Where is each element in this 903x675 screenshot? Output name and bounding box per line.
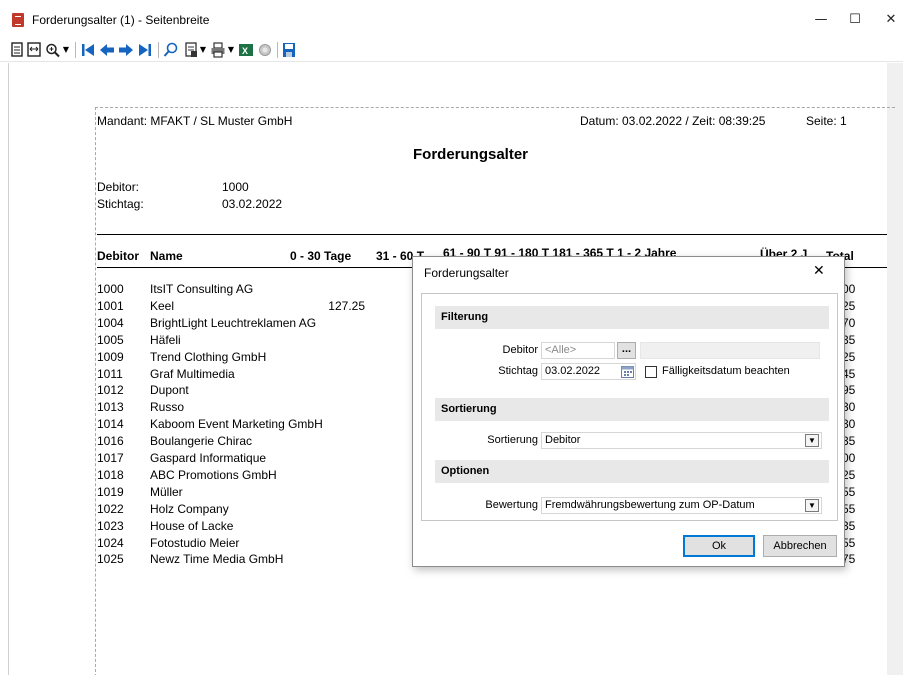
debitor-label: Debitor <box>502 344 538 356</box>
name-cell: Trend Clothing GmbH <box>150 349 267 364</box>
name-cell: Häfeli <box>150 332 181 347</box>
report-stichtag-label: Stichtag: <box>97 197 144 211</box>
debitor-cell: 1023 <box>97 518 124 533</box>
name-cell: Fotostudio Meier <box>150 535 240 550</box>
name-cell: Boulangerie Chirac <box>150 434 253 449</box>
debitor-cell: 1016 <box>97 434 124 449</box>
abbrechen-button[interactable]: Abbrechen <box>763 535 837 557</box>
save-icon[interactable] <box>282 41 296 59</box>
debitor-cell: 1005 <box>97 332 124 347</box>
ok-button[interactable]: Ok <box>683 535 755 557</box>
previous-page-icon[interactable] <box>99 41 115 59</box>
name-cell: Müller <box>150 484 183 499</box>
value-0-30-cell: 127.25 <box>328 298 365 313</box>
debitor-cell: 1009 <box>97 349 124 364</box>
dialog-title: Forderungsalter <box>424 266 509 280</box>
print-icon[interactable] <box>210 41 226 59</box>
preview-toolbar: ▼ ▼ ▼ X <box>0 38 903 62</box>
sortierung-dropdown-icon[interactable]: ▼ <box>805 434 819 447</box>
report-debitor-value: 1000 <box>222 180 249 194</box>
name-cell: Russo <box>150 400 185 415</box>
debitor-cell: 1019 <box>97 484 124 499</box>
toolbar-separator <box>277 42 278 58</box>
debitor-cell: 1012 <box>97 383 124 398</box>
forderungsalter-dialog: Forderungsalter ✕ Filterung Debitor <All… <box>412 256 845 567</box>
column-header-name: Name <box>150 249 183 263</box>
calendar-icon[interactable] <box>621 365 634 378</box>
report-stichtag-value: 03.02.2022 <box>222 197 283 211</box>
page-width-icon[interactable] <box>27 41 41 59</box>
dialog-close-icon[interactable]: ✕ <box>813 263 825 279</box>
excel-icon[interactable]: X <box>238 41 254 59</box>
header-rule <box>97 234 887 235</box>
debitor-cell: 1018 <box>97 467 124 482</box>
page-single-icon[interactable] <box>10 41 24 59</box>
debitor-cell: 1011 <box>97 366 123 381</box>
column-header-debitor: Debitor <box>97 249 139 263</box>
report-page-number: Seite: 1 <box>806 114 847 128</box>
export-dropdown-icon[interactable]: ▼ <box>199 41 207 59</box>
bewertung-select[interactable]: Fremdwährungsbewertung zum OP-Datum <box>541 497 822 514</box>
debitor-cell: 1004 <box>97 315 124 330</box>
bewertung-label: Bewertung <box>485 499 538 511</box>
report-title: Forderungsalter <box>413 146 529 163</box>
toolbar-separator <box>75 42 76 58</box>
debitor-browse-button[interactable]: ... <box>617 342 636 359</box>
debitor-cell: 1024 <box>97 535 124 550</box>
sortierung-select[interactable]: Debitor <box>541 432 822 449</box>
section-sortierung: Sortierung <box>435 398 829 421</box>
dialog-body: Filterung Debitor <Alle> ... Stichtag 03… <box>421 293 838 521</box>
stop-icon[interactable] <box>258 41 272 59</box>
bewertung-dropdown-icon[interactable]: ▼ <box>805 499 819 512</box>
report-date-time: Datum: 03.02.2022 / Zeit: 08:39:25 <box>580 114 766 128</box>
name-cell: Gaspard Informatique <box>150 451 267 465</box>
name-cell: Holz Company <box>150 501 229 516</box>
window-title: Forderungsalter (1) - Seitenbreite <box>32 13 210 27</box>
last-page-icon[interactable] <box>137 41 153 59</box>
title-bar: Forderungsalter (1) - Seitenbreite — ☐ ✕ <box>0 0 903 38</box>
report-mandant: Mandant: MFAKT / SL Muster GmbH <box>97 114 293 128</box>
sortierung-label: Sortierung <box>487 434 538 446</box>
stichtag-label: Stichtag <box>498 365 538 377</box>
report-debitor-label: Debitor: <box>97 180 140 194</box>
name-cell: Graf Multimedia <box>150 366 235 381</box>
zoom-icon[interactable] <box>45 41 61 59</box>
name-cell: ItsIT Consulting AG <box>150 282 254 296</box>
debitor-cell: 1000 <box>97 282 124 296</box>
svg-text:X: X <box>242 46 248 56</box>
name-cell: ABC Promotions GmbH <box>150 467 277 482</box>
close-button[interactable]: ✕ <box>868 6 903 34</box>
toolbar-separator <box>158 42 159 58</box>
debitor-cell: 1017 <box>97 451 124 465</box>
zoom-dropdown-icon[interactable]: ▼ <box>62 41 70 59</box>
export-icon[interactable] <box>184 41 198 59</box>
name-cell: Kaboom Event Marketing GmbH <box>150 417 323 432</box>
name-cell: Newz Time Media GmbH <box>150 552 284 567</box>
section-optionen: Optionen <box>435 460 829 483</box>
first-page-icon[interactable] <box>80 41 96 59</box>
name-cell: House of Lacke <box>150 518 234 533</box>
debitor-cell: 1013 <box>97 400 124 415</box>
faelligkeitsdatum-label: Fälligkeitsdatum beachten <box>662 365 790 377</box>
debitor-cell: 1022 <box>97 501 124 516</box>
debitor-cell: 1014 <box>97 417 124 432</box>
section-filterung: Filterung <box>435 306 829 329</box>
debitor-name-display <box>640 342 820 359</box>
name-cell: Keel <box>150 298 175 313</box>
search-icon[interactable] <box>163 41 179 59</box>
name-cell: Dupont <box>150 383 189 398</box>
column-header-0-30: 0 - 30 Tage <box>290 249 352 263</box>
next-page-icon[interactable] <box>118 41 134 59</box>
name-cell: BrightLight Leuchtreklamen AG <box>150 315 317 330</box>
debitor-field[interactable]: <Alle> <box>541 342 615 359</box>
print-dropdown-icon[interactable]: ▼ <box>227 41 235 59</box>
debitor-cell: 1025 <box>97 552 124 567</box>
app-icon <box>12 13 24 27</box>
faelligkeitsdatum-checkbox[interactable] <box>645 366 657 378</box>
debitor-cell: 1001 <box>97 298 124 313</box>
